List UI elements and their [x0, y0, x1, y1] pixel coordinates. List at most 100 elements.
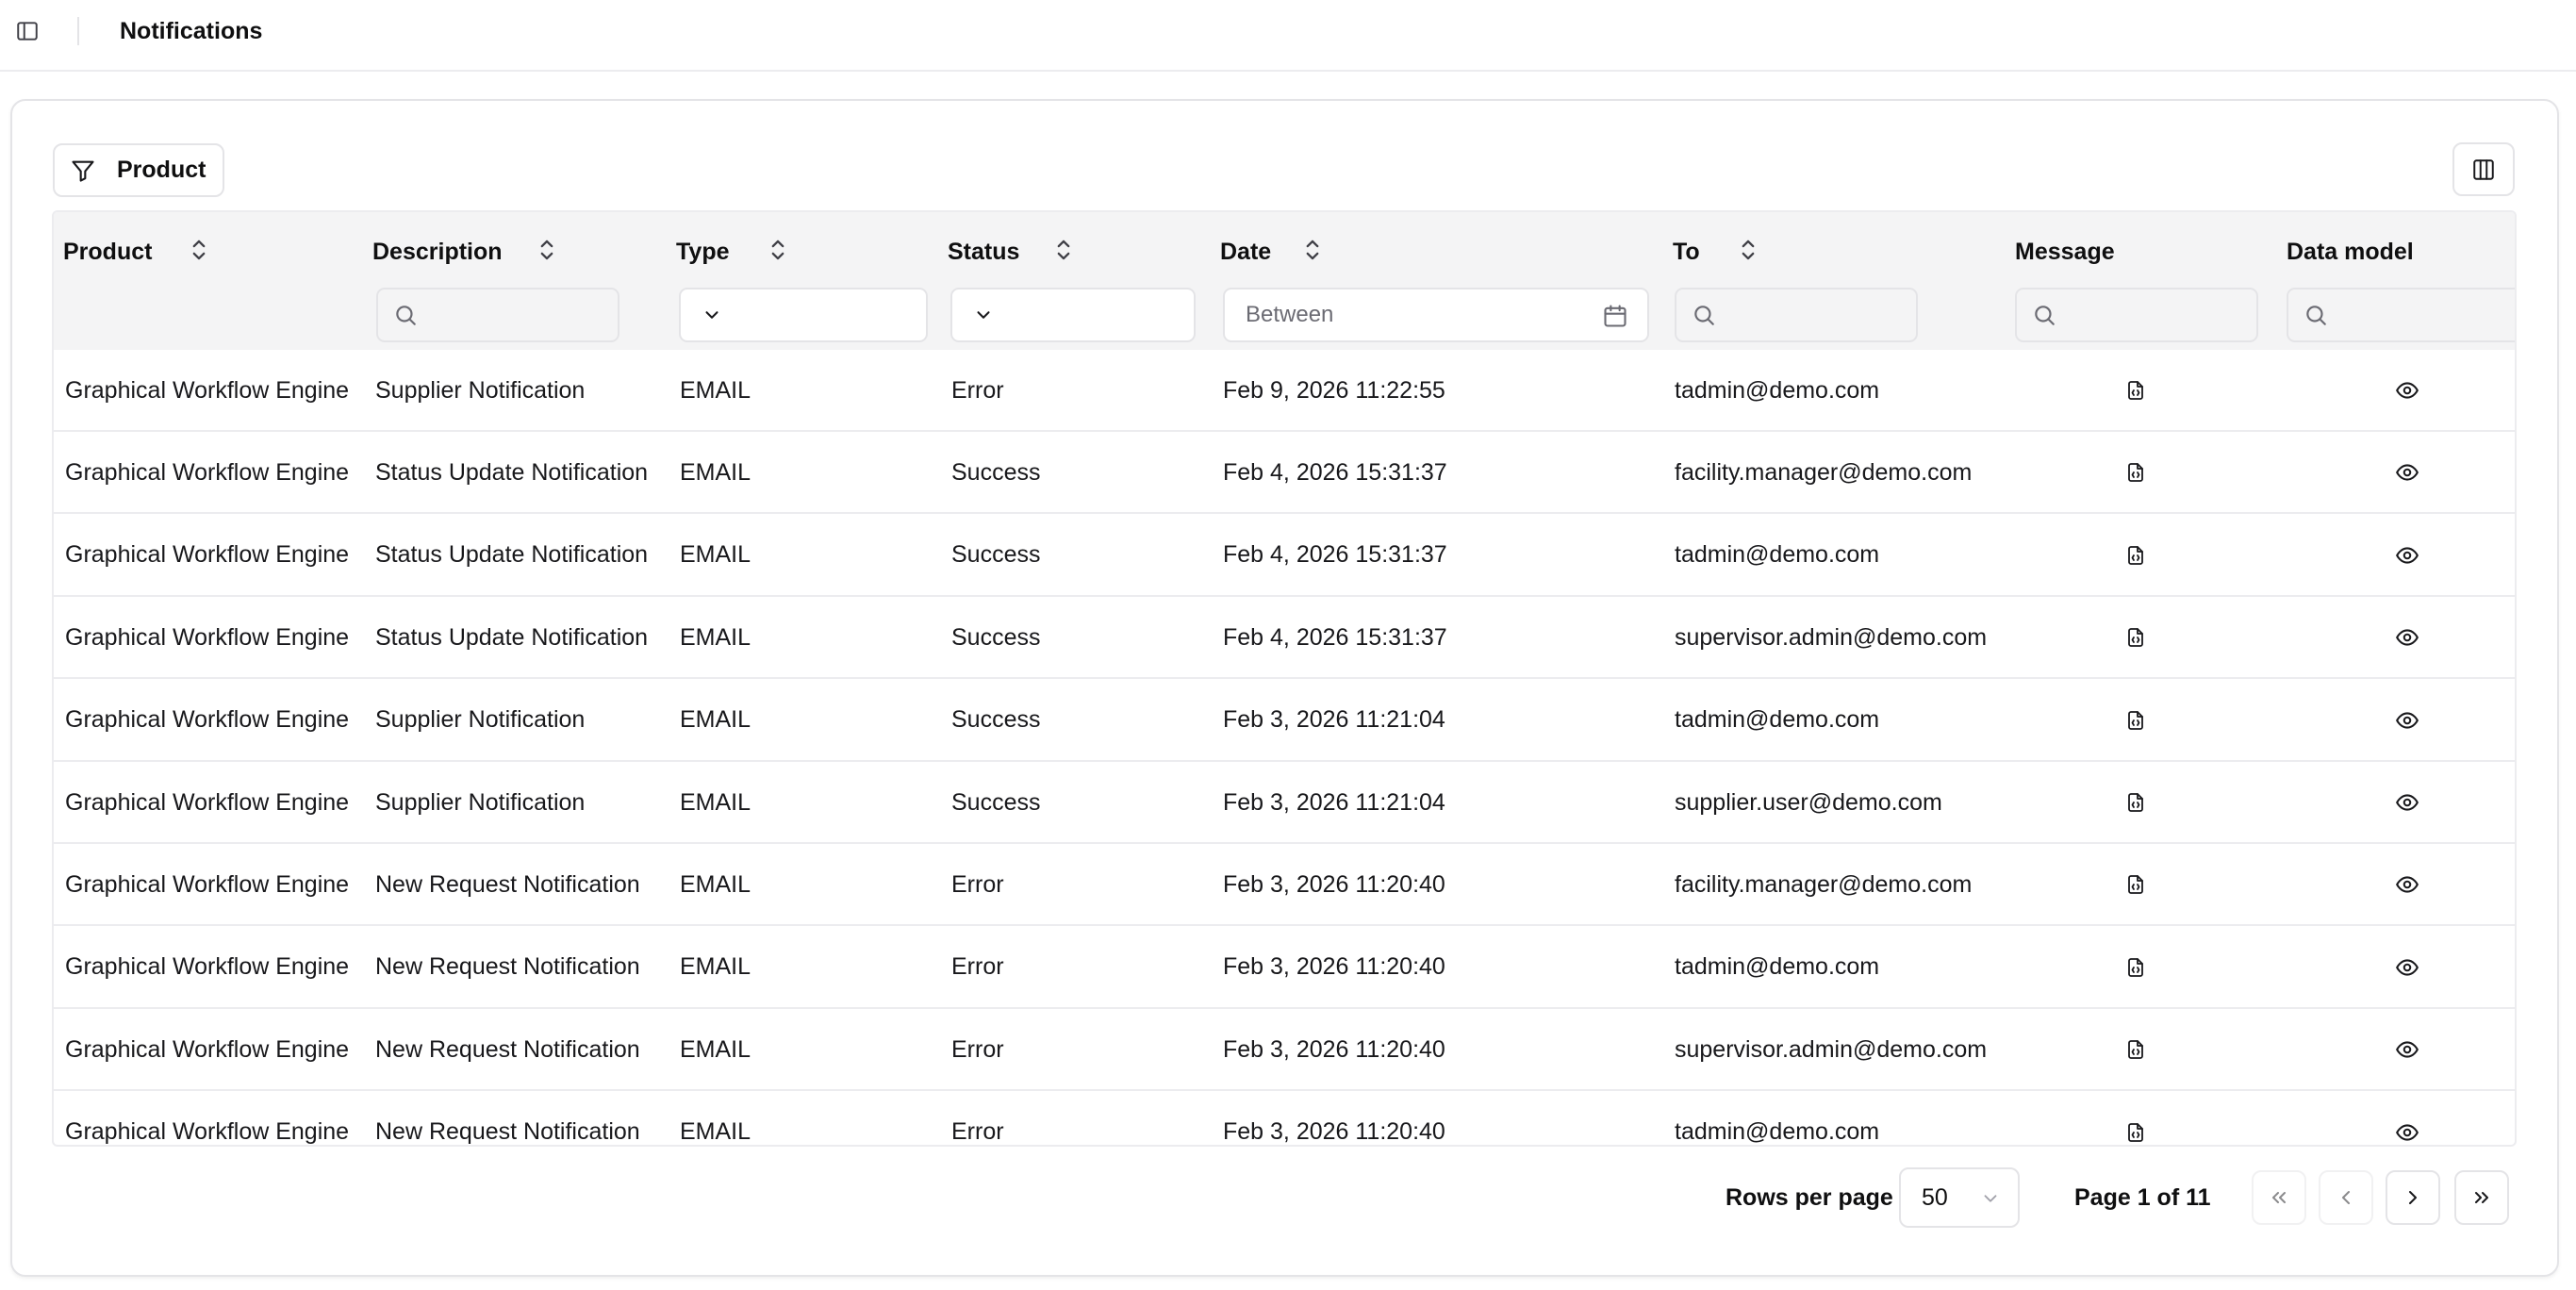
page-info: Page 1 of 11	[2074, 1184, 2211, 1211]
cell-to: tadmin@demo.com	[1675, 1118, 1880, 1146]
cell-type: EMAIL	[680, 376, 751, 404]
file-code-icon[interactable]	[2117, 680, 2155, 761]
columns-toggle-button[interactable]	[2452, 142, 2515, 196]
to-search-input[interactable]	[1675, 288, 1918, 342]
file-code-icon[interactable]	[2117, 597, 2155, 678]
rows-per-page-select[interactable]: 50	[1899, 1167, 2020, 1228]
cell-description: New Request Notification	[375, 953, 640, 981]
cell-type: EMAIL	[680, 541, 751, 569]
previous-page-icon	[2342, 1191, 2350, 1204]
cell-date: Feb 3, 2026 11:20:40	[1223, 1118, 1445, 1146]
description-search-input[interactable]	[376, 288, 619, 342]
eye-icon[interactable]	[2388, 597, 2426, 678]
cell-type: EMAIL	[680, 953, 751, 981]
cell-to: facility.manager@demo.com	[1675, 458, 1973, 486]
file-code-icon[interactable]	[2117, 432, 2155, 513]
cell-product: Graphical Workflow Engine	[65, 458, 350, 486]
file-code-icon[interactable]	[2117, 762, 2155, 843]
chevron-down-icon	[977, 311, 990, 319]
cell-to: supervisor.admin@demo.com	[1675, 1035, 1988, 1063]
table-row[interactable]: Graphical Workflow Engine New Request Not…	[54, 1009, 2515, 1092]
table-row[interactable]: Graphical Workflow Engine New Request Not…	[54, 927, 2515, 1009]
cell-to: tadmin@demo.com	[1675, 376, 1880, 404]
cell-date: Feb 3, 2026 11:20:40	[1223, 953, 1445, 981]
cell-description: Status Update Notification	[375, 623, 649, 651]
file-code-icon[interactable]	[2117, 1009, 2155, 1090]
cell-to: supplier.user@demo.com	[1675, 788, 1942, 816]
cell-type: EMAIL	[680, 706, 751, 734]
eye-icon[interactable]	[2388, 515, 2426, 596]
eye-icon[interactable]	[2388, 680, 2426, 761]
top-bar: Notifications	[0, 0, 2576, 72]
product-filter-button[interactable]: Product	[53, 143, 224, 197]
cell-type: EMAIL	[680, 623, 751, 651]
cell-product: Graphical Workflow Engine	[65, 541, 350, 569]
column-header-status[interactable]: Status	[948, 233, 1019, 271]
cell-description: Supplier Notification	[375, 788, 586, 816]
table-row[interactable]: Graphical Workflow Engine Status Update N…	[54, 597, 2515, 680]
sort-date-icon[interactable]	[1298, 235, 1327, 265]
column-header-message: Message	[2015, 238, 2115, 265]
cell-status: Error	[951, 376, 1004, 404]
eye-icon[interactable]	[2388, 1009, 2426, 1090]
previous-page-button[interactable]	[2319, 1170, 2373, 1225]
sort-product-icon[interactable]	[185, 235, 213, 265]
last-page-button[interactable]	[2454, 1170, 2509, 1225]
eye-icon[interactable]	[2388, 844, 2426, 925]
cell-description: New Request Notification	[375, 1035, 640, 1063]
cell-product: Graphical Workflow Engine	[65, 1035, 350, 1063]
rows-per-page-label: Rows per page	[1726, 1184, 1893, 1211]
cell-description: Supplier Notification	[375, 706, 586, 734]
column-header-date[interactable]: Date	[1220, 233, 1271, 271]
table-row[interactable]: Graphical Workflow Engine New Request Not…	[54, 1092, 2515, 1146]
cell-date: Feb 4, 2026 15:31:37	[1223, 623, 1447, 651]
last-page-icon	[2475, 1192, 2488, 1203]
table-row[interactable]: Graphical Workflow Engine Supplier Notifi…	[54, 762, 2515, 844]
search-icon	[1694, 306, 1714, 325]
eye-icon[interactable]	[2388, 350, 2426, 431]
table-row[interactable]: Graphical Workflow Engine Supplier Notifi…	[54, 350, 2515, 432]
file-code-icon[interactable]	[2117, 844, 2155, 925]
table-row[interactable]: Graphical Workflow Engine Status Update N…	[54, 432, 2515, 515]
column-header-to[interactable]: To	[1673, 233, 1700, 271]
message-search-input[interactable]	[2015, 288, 2258, 342]
file-code-icon[interactable]	[2117, 927, 2155, 1008]
columns-icon	[2473, 158, 2494, 180]
sidebar-panel-icon	[17, 22, 38, 41]
column-header-description[interactable]: Description	[372, 233, 503, 271]
eye-icon[interactable]	[2388, 1092, 2426, 1145]
status-filter-select[interactable]	[950, 288, 1196, 342]
cell-type: EMAIL	[680, 870, 751, 898]
data-model-search-input[interactable]	[2287, 288, 2515, 342]
search-icon	[2035, 306, 2055, 325]
cell-product: Graphical Workflow Engine	[65, 376, 350, 404]
first-page-button[interactable]	[2252, 1170, 2306, 1225]
eye-icon[interactable]	[2388, 927, 2426, 1008]
cell-description: Status Update Notification	[375, 541, 649, 569]
sidebar-toggle-button[interactable]	[13, 17, 41, 45]
cell-description: Status Update Notification	[375, 458, 649, 486]
column-header-type[interactable]: Type	[676, 233, 730, 271]
cell-status: Success	[951, 706, 1041, 734]
sort-description-icon[interactable]	[533, 235, 561, 265]
table-row[interactable]: Graphical Workflow Engine New Request Not…	[54, 844, 2515, 927]
file-code-icon[interactable]	[2117, 1092, 2155, 1145]
eye-icon[interactable]	[2388, 762, 2426, 843]
table-row[interactable]: Graphical Workflow Engine Status Update N…	[54, 515, 2515, 597]
file-code-icon[interactable]	[2117, 350, 2155, 431]
column-header-product[interactable]: Product	[63, 233, 152, 271]
sort-to-icon[interactable]	[1734, 235, 1762, 265]
next-page-button[interactable]	[2386, 1170, 2440, 1225]
cell-type: EMAIL	[680, 1035, 751, 1063]
cell-date: Feb 9, 2026 11:22:55	[1223, 376, 1445, 404]
date-range-input[interactable]: Between	[1223, 288, 1649, 342]
sort-type-icon[interactable]	[764, 235, 792, 265]
file-code-icon[interactable]	[2117, 515, 2155, 596]
table-row[interactable]: Graphical Workflow Engine Supplier Notifi…	[54, 680, 2515, 762]
type-filter-select[interactable]	[679, 288, 928, 342]
sort-status-icon[interactable]	[1049, 235, 1078, 265]
eye-icon[interactable]	[2388, 432, 2426, 513]
calendar-icon[interactable]	[1602, 303, 1628, 329]
chevron-down-icon	[1984, 1195, 1997, 1202]
cell-type: EMAIL	[680, 1118, 751, 1146]
